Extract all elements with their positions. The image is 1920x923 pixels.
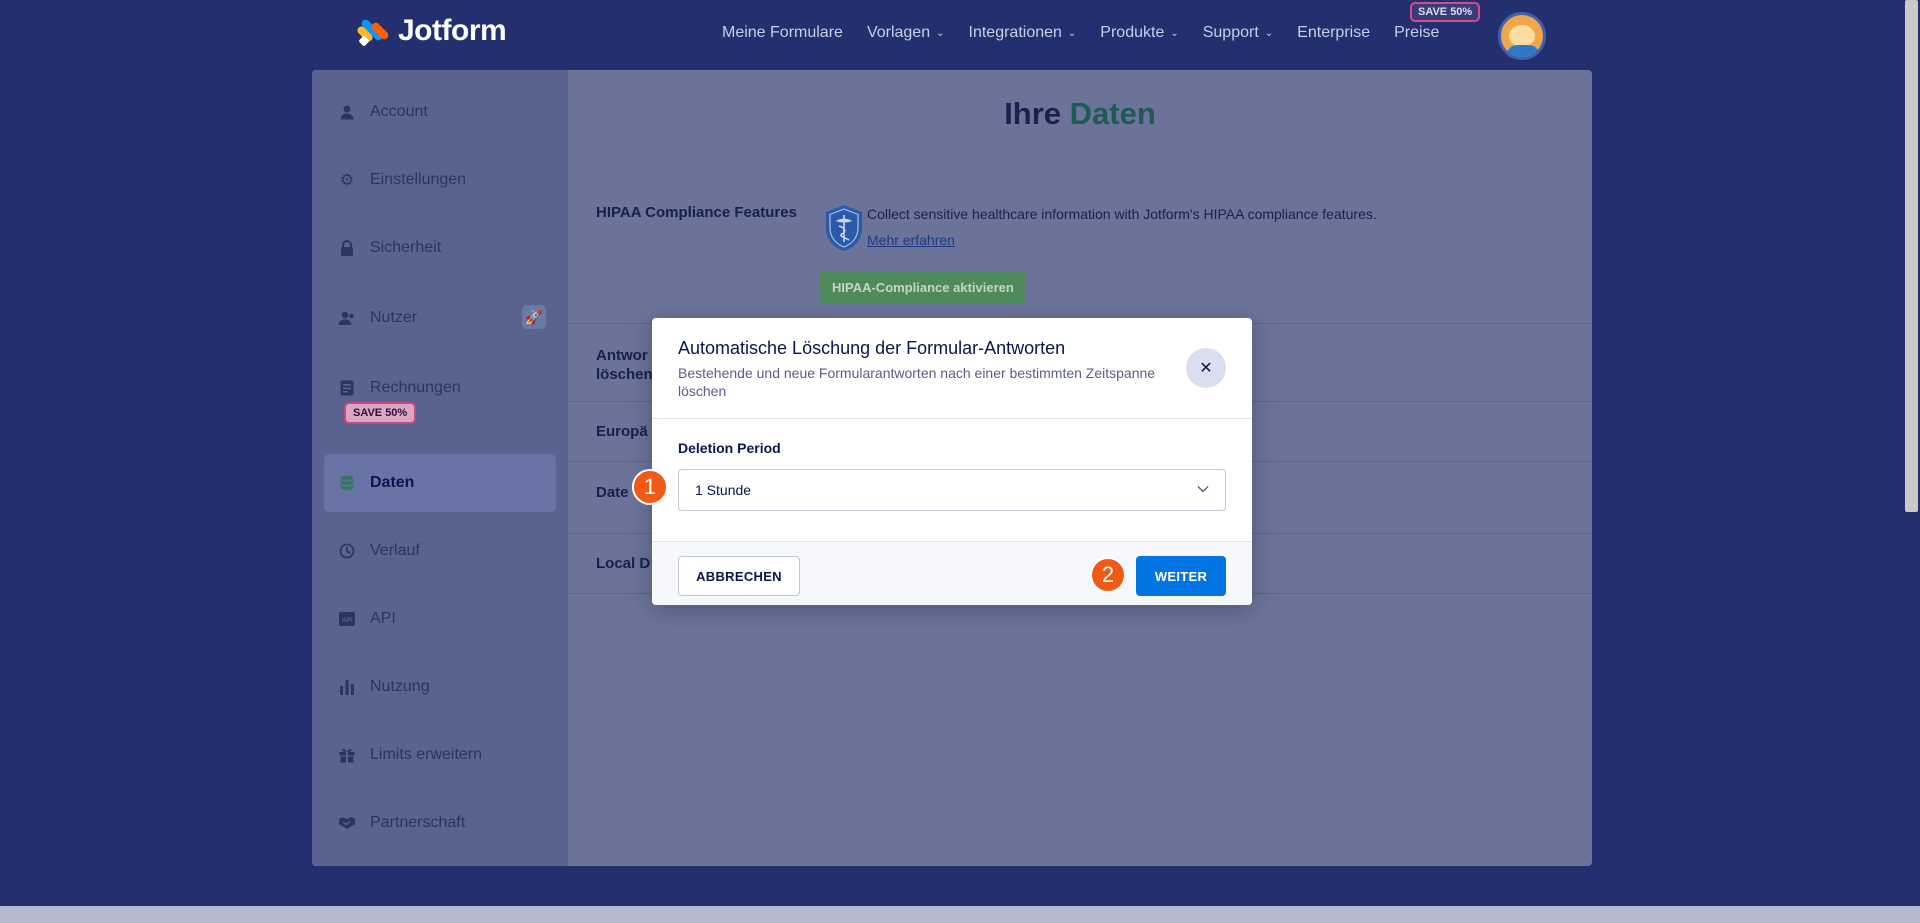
page-title-part2: Daten <box>1069 96 1156 131</box>
nav-support[interactable]: Support ⌄ <box>1203 24 1273 42</box>
page-scrollbar[interactable] <box>1903 0 1920 906</box>
nav-label: Meine Formulare <box>722 24 843 41</box>
sidebar-item-api[interactable]: API API <box>324 590 556 648</box>
sidebar-item-einstellungen[interactable]: ⚙ Einstellungen <box>324 151 556 209</box>
sidebar-item-label: Daten <box>370 474 415 491</box>
row-label: Antwor löschen <box>596 347 653 383</box>
bottom-strip <box>0 906 1920 923</box>
nav-links: Meine Formulare Vorlagen ⌄ Integrationen ⌄… <box>722 24 1463 42</box>
handshake-icon <box>338 814 356 832</box>
cancel-button[interactable]: ABBRECHEN <box>678 556 800 596</box>
row-hipaa: HIPAA Compliance Features <box>568 178 1592 324</box>
jotform-logo[interactable]: Jotform <box>355 14 507 48</box>
scrollbar-thumb[interactable] <box>1905 0 1918 512</box>
step-marker-1: 1 <box>632 469 668 505</box>
sidebar-item-account[interactable]: Account <box>324 83 556 141</box>
avatar[interactable] <box>1498 12 1546 60</box>
logo-text: Jotform <box>398 14 507 47</box>
sidebar-item-daten[interactable]: Daten <box>324 454 556 512</box>
chevron-down-icon: ⌄ <box>936 27 945 39</box>
nav-vorlagen[interactable]: Vorlagen ⌄ <box>867 24 945 42</box>
nav-label: Preise <box>1394 24 1440 41</box>
save-badge-sidebar[interactable]: SAVE 50% <box>344 402 417 424</box>
sidebar-item-nutzung[interactable]: Nutzung <box>324 658 556 716</box>
top-navigation: Jotform Meine Formulare Vorlagen ⌄ Integr… <box>0 0 1920 70</box>
page-title: Ihre Daten <box>568 96 1592 132</box>
sidebar-item-label: Rechnungen <box>370 379 461 396</box>
hipaa-activate-button[interactable]: HIPAA-Compliance aktivieren <box>820 271 1026 303</box>
sidebar-item-label: Nutzung <box>370 678 430 695</box>
chevron-down-icon <box>1197 484 1209 496</box>
row-label: Date <box>596 484 629 501</box>
deletion-period-select[interactable]: 1 Stunde <box>678 469 1226 511</box>
api-icon: API <box>338 610 356 628</box>
avatar-body <box>1507 45 1539 57</box>
database-icon <box>338 474 356 492</box>
auto-delete-dialog: Automatische Löschung der Formular-Antwo… <box>652 318 1252 605</box>
nav-meine-formulare[interactable]: Meine Formulare <box>722 24 843 42</box>
next-button[interactable]: WEITER <box>1136 556 1226 596</box>
avatar-face <box>1509 25 1535 47</box>
users-icon <box>338 309 356 327</box>
sidebar-item-label: Account <box>370 103 428 120</box>
sidebar-item-limits-erweitern[interactable]: Limits erweitern <box>324 726 556 784</box>
nav-label: Support <box>1202 24 1259 41</box>
close-button[interactable]: ✕ <box>1186 348 1226 388</box>
chevron-down-icon: ⌄ <box>1067 27 1077 39</box>
rocket-icon[interactable]: 🚀 <box>522 305 546 329</box>
user-icon <box>338 103 356 121</box>
sidebar-item-verlauf[interactable]: Verlauf <box>324 522 556 580</box>
row-label: Europä <box>596 423 648 440</box>
gift-icon <box>338 746 356 764</box>
sidebar-item-label: Sicherheit <box>370 239 442 256</box>
chevron-down-icon: ⌄ <box>1170 27 1179 39</box>
shield-caduceus-icon <box>826 205 862 251</box>
nav-produkte[interactable]: Produkte ⌄ <box>1100 24 1178 42</box>
sidebar-item-partnerschaft[interactable]: Partnerschaft <box>324 794 556 852</box>
lock-icon <box>338 239 356 257</box>
svg-text:API: API <box>342 618 352 624</box>
sidebar-item-label: API <box>370 610 396 627</box>
nav-preise[interactable]: Preise <box>1394 24 1439 42</box>
dialog-footer: ABBRECHEN WEITER <box>652 541 1252 605</box>
close-icon: ✕ <box>1199 360 1213 377</box>
chevron-down-icon: ⌄ <box>1264 27 1274 39</box>
deletion-period-label: Deletion Period <box>678 440 781 456</box>
nav-label: Enterprise <box>1297 24 1371 41</box>
save-badge-top[interactable]: SAVE 50% <box>1410 2 1481 22</box>
deletion-period-value: 1 Stunde <box>695 482 752 498</box>
mehr-erfahren-link[interactable]: Mehr erfahren <box>867 232 955 248</box>
sidebar-item-label: Nutzer <box>370 309 418 326</box>
gear-icon: ⚙ <box>339 172 355 189</box>
nav-label: Produkte <box>1100 24 1165 41</box>
sidebar-item-sicherheit[interactable]: Sicherheit <box>324 219 556 277</box>
hipaa-description: Collect sensitive healthcare information… <box>867 206 1377 222</box>
nav-enterprise[interactable]: Enterprise <box>1297 24 1370 42</box>
page-title-part1: Ihre <box>1004 96 1062 131</box>
nav-label: Integrationen <box>968 24 1062 41</box>
step-marker-2: 2 <box>1090 557 1126 593</box>
sidebar-item-label: Einstellungen <box>370 171 467 188</box>
jotform-logo-icon <box>355 15 390 47</box>
nav-label: Vorlagen <box>866 24 931 41</box>
history-icon <box>338 542 356 560</box>
sidebar-item-nutzer[interactable]: Nutzer 🚀 <box>324 289 556 347</box>
sidebar-item-label: Partnerschaft <box>370 814 466 831</box>
row-label: Local D <box>596 555 651 572</box>
dialog-title: Automatische Löschung der Formular-Antwo… <box>678 338 1066 358</box>
nav-integrationen[interactable]: Integrationen ⌄ <box>969 24 1077 42</box>
bar-chart-icon <box>338 678 356 696</box>
sidebar-item-label: Verlauf <box>370 542 420 559</box>
row-label: HIPAA Compliance Features <box>596 204 797 221</box>
dialog-subtitle: Bestehende und neue Formularantworten na… <box>678 365 1156 399</box>
sidebar-item-label: Limits erweitern <box>370 746 483 763</box>
dialog-header: Automatische Löschung der Formular-Antwo… <box>652 318 1252 419</box>
sidebar: Account ⚙ Einstellungen Sicherheit Nutze… <box>312 70 568 866</box>
invoice-icon <box>338 379 356 397</box>
